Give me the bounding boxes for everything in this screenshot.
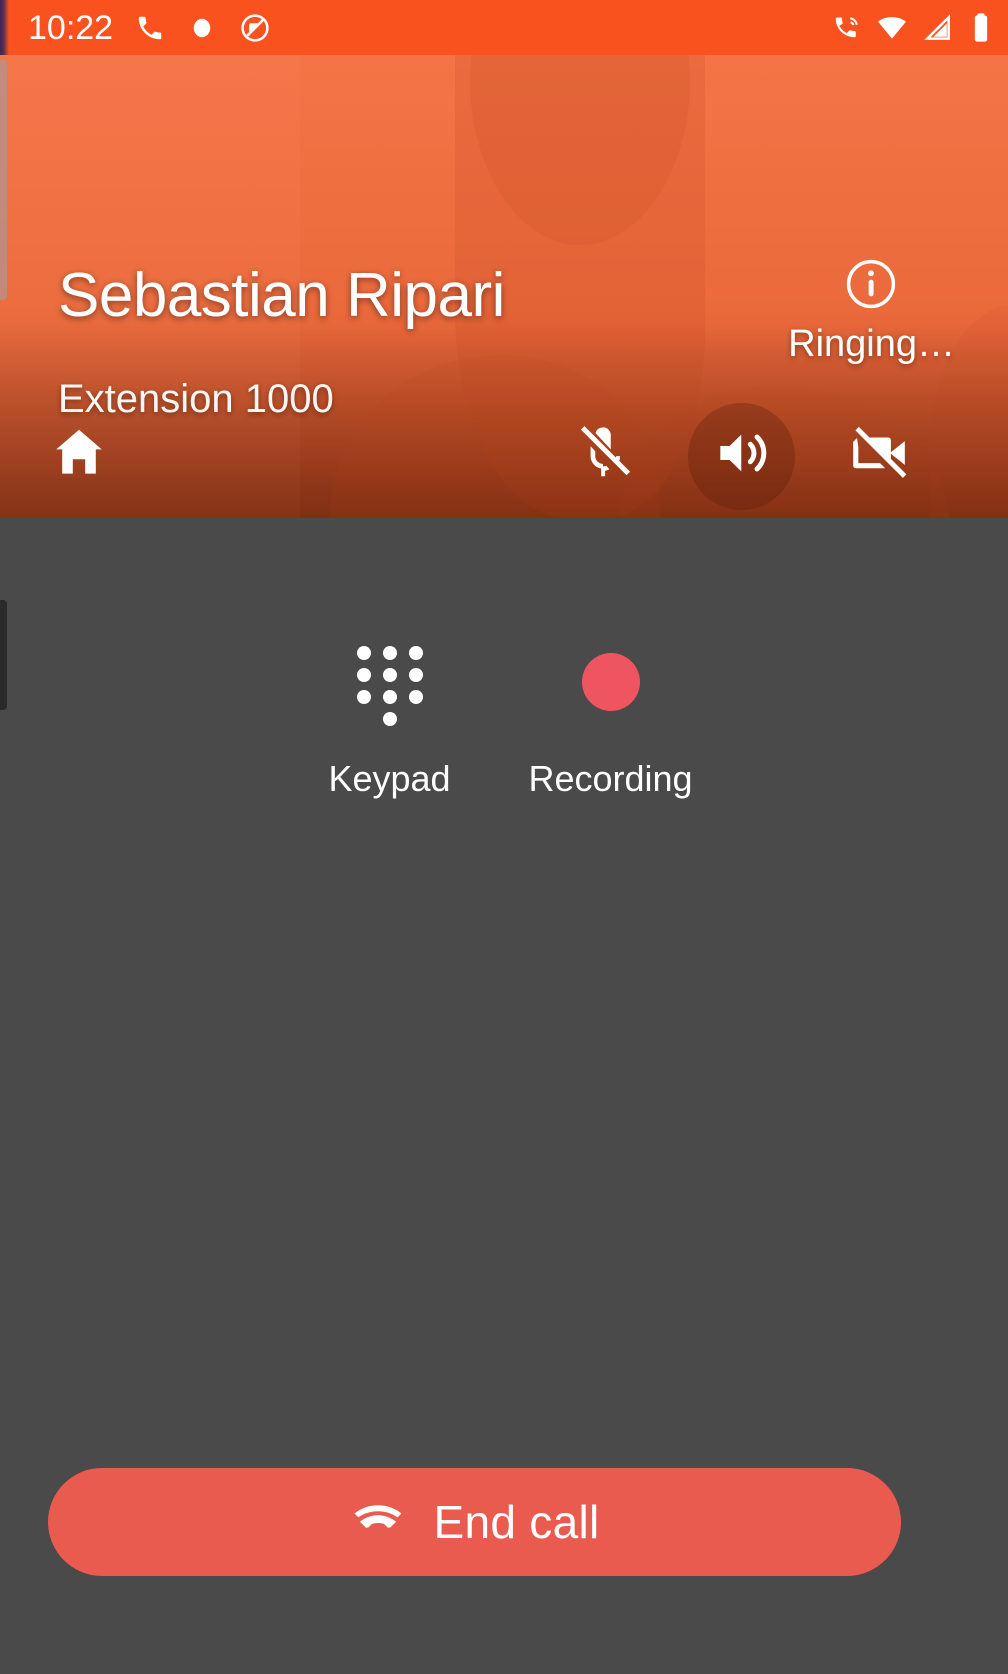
call-info-button[interactable] xyxy=(842,257,900,315)
recording-label: Recording xyxy=(528,758,693,799)
status-bar: 10:22 xyxy=(0,0,1008,55)
home-icon xyxy=(48,422,110,489)
dialpad-icon xyxy=(356,638,423,726)
call-active-icon xyxy=(832,13,862,43)
phone-call-icon xyxy=(135,13,165,43)
device-side-button xyxy=(0,600,7,710)
keypad-button[interactable]: Keypad xyxy=(272,638,507,800)
record-dot-icon xyxy=(187,13,217,43)
end-call-button[interactable]: End call xyxy=(48,1468,901,1576)
caller-name: Sebastian Ripari xyxy=(58,261,505,330)
call-status-text: Ringing… xyxy=(788,323,955,365)
status-bar-left-group: 10:22 xyxy=(28,11,271,45)
recording-button[interactable]: Recording xyxy=(493,638,728,800)
wifi-icon xyxy=(876,12,908,44)
call-header-panel: Sebastian Ripari Extension 1000 Ringing… xyxy=(0,55,1008,518)
record-circle-icon xyxy=(581,638,640,726)
status-bar-clock: 10:22 xyxy=(28,8,114,47)
status-bar-right-group xyxy=(832,12,994,44)
call-feature-row: Keypad Recording xyxy=(0,638,1008,800)
call-options-area: Keypad Recording End call xyxy=(0,518,1008,1674)
mute-button[interactable] xyxy=(540,393,665,518)
in-call-control-bar xyxy=(0,393,1008,518)
home-button[interactable] xyxy=(16,393,141,518)
dnd-icon xyxy=(239,12,271,44)
video-button[interactable] xyxy=(816,393,941,518)
screen-edge-glow xyxy=(0,0,9,55)
end-call-label: End call xyxy=(433,1496,600,1548)
keypad-label: Keypad xyxy=(328,758,451,799)
battery-icon xyxy=(968,12,994,44)
speaker-button[interactable] xyxy=(678,393,803,518)
call-end-icon xyxy=(349,1491,407,1554)
cellular-signal-icon xyxy=(922,12,954,44)
video-off-icon xyxy=(848,422,910,489)
call-screen: 10:22 Sebastian Ripari Extension 1000 Ri… xyxy=(0,0,1008,1674)
microphone-off-icon xyxy=(572,422,634,489)
screen-edge-highlight xyxy=(0,60,7,300)
info-circle-icon xyxy=(843,256,899,317)
speaker-on-icon xyxy=(710,422,772,489)
